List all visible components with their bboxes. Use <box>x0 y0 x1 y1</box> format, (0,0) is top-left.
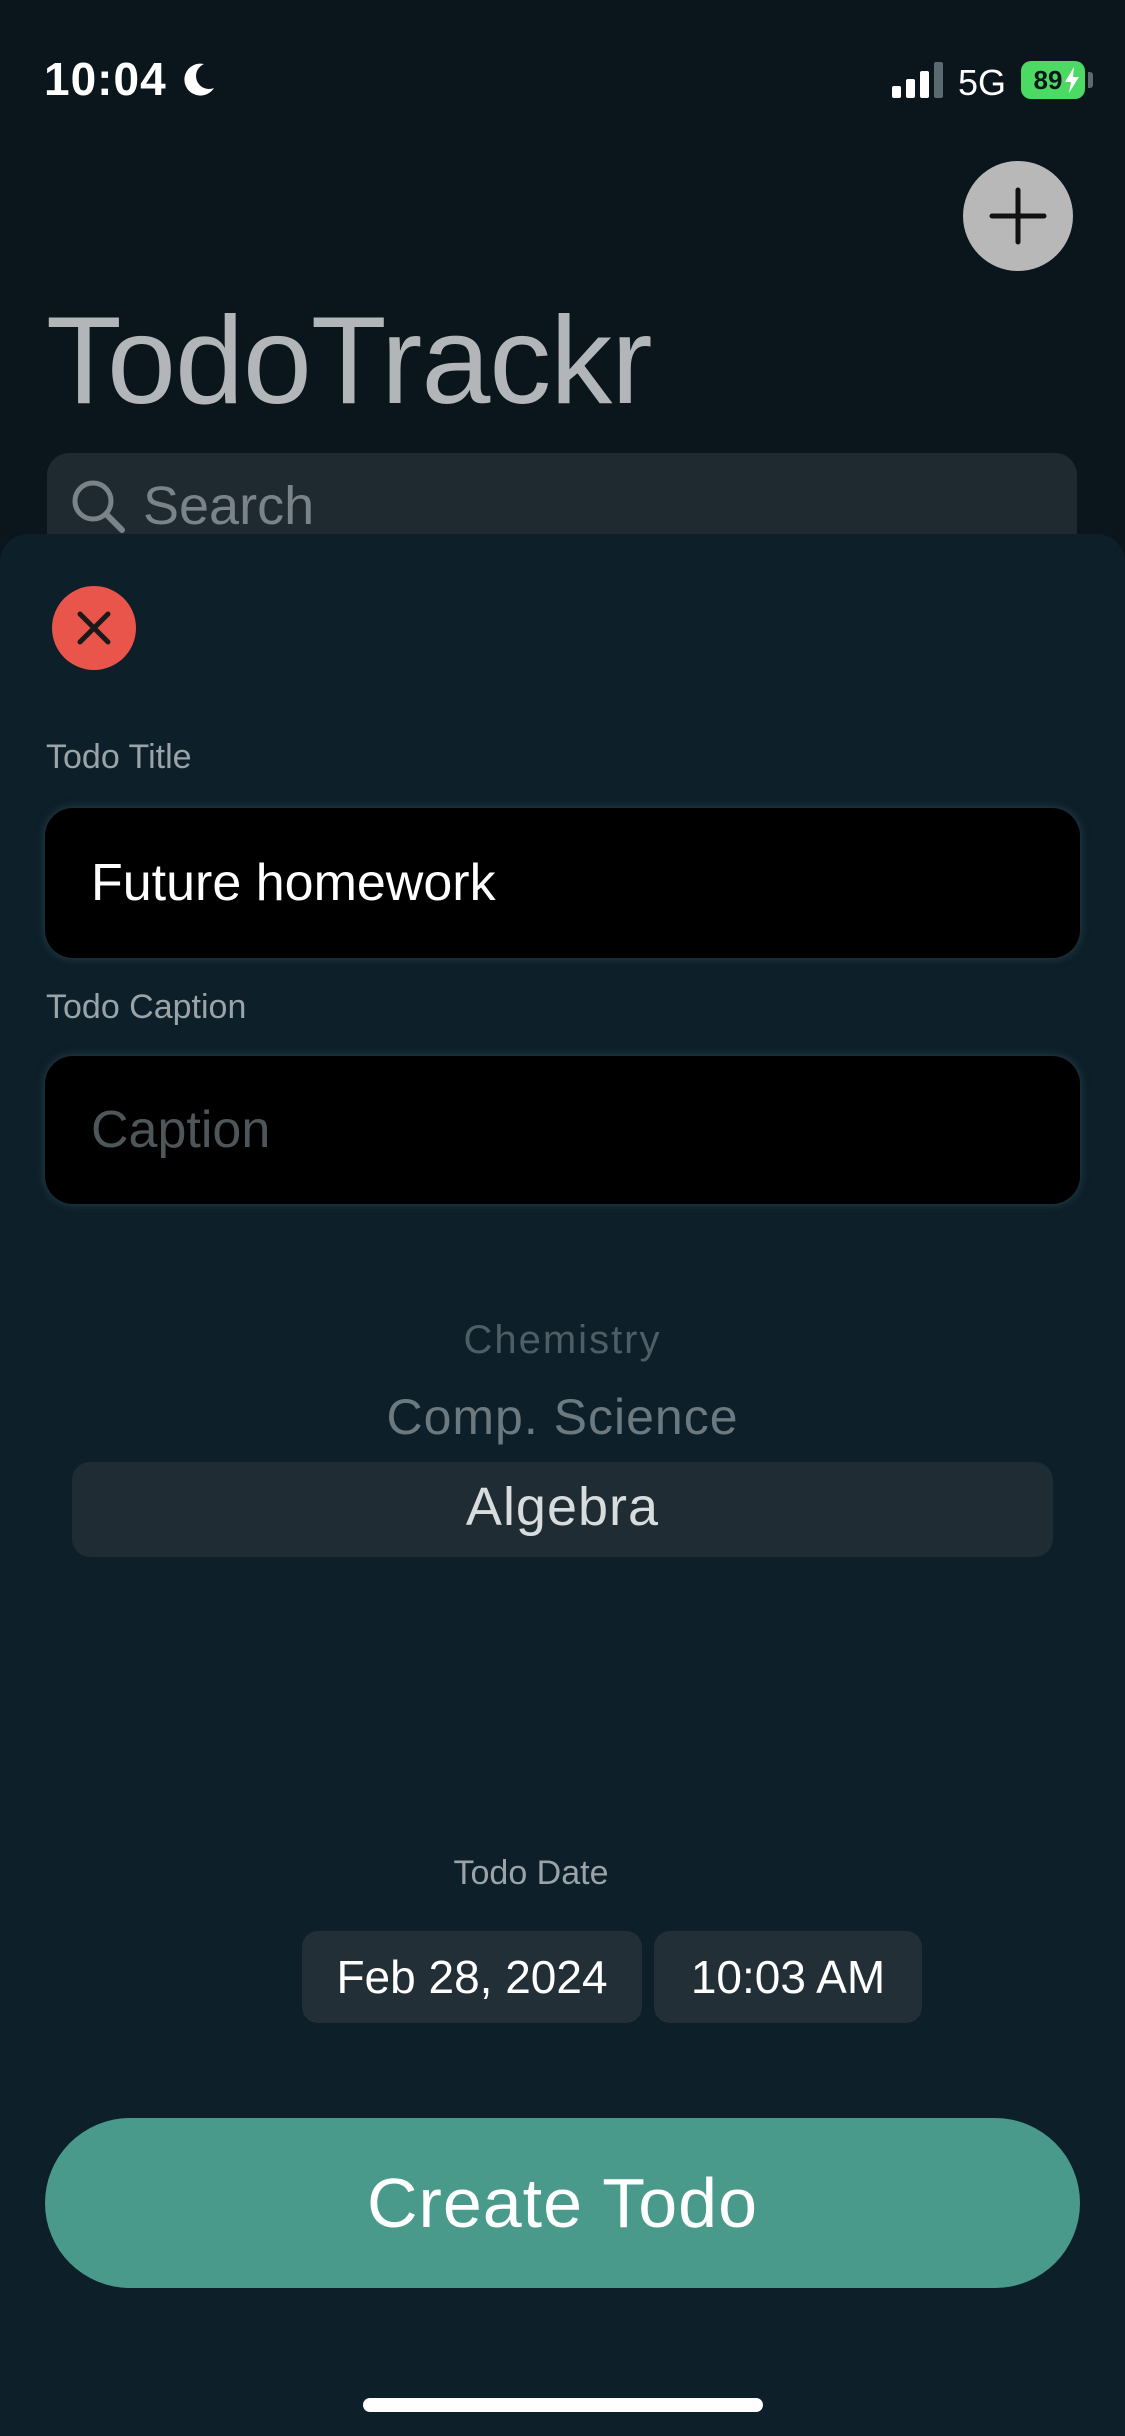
create-todo-button[interactable]: Create Todo <box>45 2118 1080 2288</box>
todo-title-label: Todo Title <box>46 738 192 776</box>
moon-icon <box>184 63 214 96</box>
battery-cap <box>1088 72 1093 88</box>
battery-icon: 89 <box>1021 61 1085 99</box>
picker-option[interactable]: Chemistry <box>0 1318 1125 1363</box>
charging-bolt-icon <box>1065 67 1079 93</box>
close-button[interactable] <box>52 586 136 670</box>
picker-option[interactable]: Comp. Science <box>0 1388 1125 1446</box>
status-time: 10:04 <box>44 53 167 105</box>
battery-level: 89 <box>1033 64 1063 95</box>
todo-date-label: Todo Date <box>453 1854 609 1892</box>
todo-title-input[interactable]: Future homework <box>45 808 1080 958</box>
todo-caption-label: Todo Caption <box>46 988 247 1026</box>
app-title: TodoTrackr <box>46 292 653 430</box>
date-picker-button[interactable]: Feb 28, 2024 <box>302 1931 642 2023</box>
plus-icon <box>989 187 1047 245</box>
search-input[interactable]: Search <box>143 475 314 537</box>
time-picker-button[interactable]: 10:03 AM <box>654 1931 922 2023</box>
home-indicator <box>363 2398 763 2412</box>
signal-icon <box>892 62 943 98</box>
add-todo-button[interactable] <box>963 161 1073 271</box>
network-label: 5G <box>958 62 1007 103</box>
picker-selected-option[interactable]: Algebra <box>0 1476 1125 1538</box>
todo-caption-input[interactable]: Caption <box>45 1056 1080 1204</box>
status-bar: 10:04 5G 89 <box>0 0 1125 150</box>
close-icon <box>77 611 111 645</box>
search-icon <box>72 480 125 533</box>
